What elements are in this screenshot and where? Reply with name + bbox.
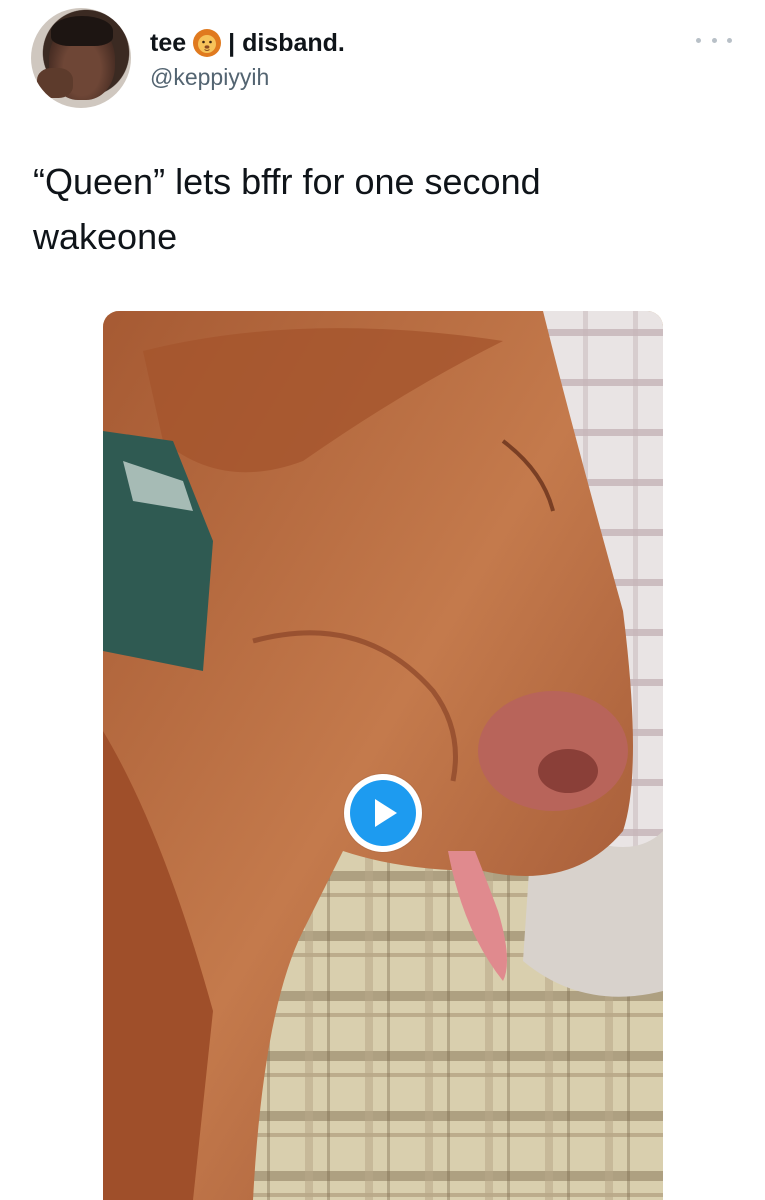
display-name[interactable]: tee | disband. [150,27,345,59]
video-thumbnail[interactable] [103,311,663,1200]
display-name-prefix: tee [150,28,187,57]
tweet-text: “Queen” lets bffr for one second wakeone [33,154,733,264]
tweet-text-line: “Queen” lets bffr for one second [33,161,541,202]
avatar[interactable] [31,8,131,108]
play-button[interactable] [344,774,422,852]
lion-face-emoji-icon [192,28,222,58]
user-handle[interactable]: @keppiyyih [150,64,269,91]
tweet-header: tee | disband. @keppiyyih [0,0,765,120]
display-name-suffix: | disband. [228,28,345,57]
sleeping-dog-image [103,311,663,1200]
play-icon [350,780,416,846]
tweet-text-line: wakeone [33,216,178,257]
more-horizontal-icon[interactable] [696,32,732,48]
